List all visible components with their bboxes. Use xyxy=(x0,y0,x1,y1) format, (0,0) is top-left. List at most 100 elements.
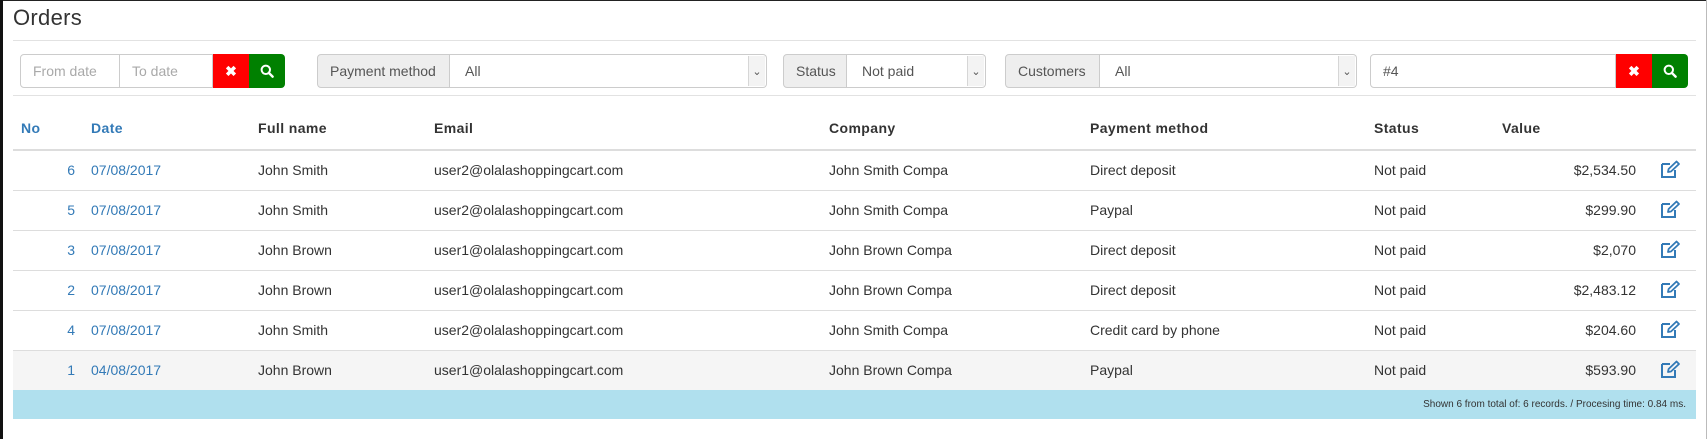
to-date-input[interactable]: To date xyxy=(120,54,213,88)
edit-order-button[interactable] xyxy=(1644,149,1696,190)
full-name: John Smith xyxy=(250,309,426,350)
payment-method: Credit card by phone xyxy=(1082,309,1366,350)
status: Not paid xyxy=(1366,229,1494,270)
status: Not paid xyxy=(1366,349,1494,390)
clear-icon: ✖ xyxy=(225,62,237,79)
edit-order-button[interactable] xyxy=(1644,309,1696,350)
column-header-value: Value xyxy=(1494,106,1644,151)
email: user1@olalashoppingcart.com xyxy=(426,229,821,270)
column-header-date[interactable]: Date xyxy=(83,106,250,151)
payment-method-select[interactable]: All ⌄ xyxy=(450,54,767,88)
order-date[interactable]: 07/08/2017 xyxy=(83,189,250,230)
search-date-button[interactable] xyxy=(249,54,285,88)
status: Not paid xyxy=(1366,189,1494,230)
order-number[interactable]: 3 xyxy=(13,229,83,270)
order-date[interactable]: 07/08/2017 xyxy=(83,269,250,310)
payment-method: Direct deposit xyxy=(1082,269,1366,310)
payment-method-value: All xyxy=(465,63,481,79)
edit-order-button[interactable] xyxy=(1644,349,1696,390)
table-footer: Shown 6 from total of: 6 records. / Proc… xyxy=(13,390,1696,419)
payment-method-filter: Payment method All ⌄ xyxy=(317,54,767,88)
chevron-down-icon: ⌄ xyxy=(967,56,984,86)
records-summary: Shown 6 from total of: 6 records. / Proc… xyxy=(1423,399,1686,410)
order-number[interactable]: 4 xyxy=(13,309,83,350)
company: John Smith Compa xyxy=(821,149,1082,190)
order-value: $2,534.50 xyxy=(1494,149,1644,190)
edit-icon xyxy=(1659,360,1681,380)
company: John Brown Compa xyxy=(821,269,1082,310)
from-date-input[interactable]: From date xyxy=(20,54,120,88)
filter-bar: From date To date ✖ Payment method All ⌄… xyxy=(13,41,1696,96)
order-date[interactable]: 04/08/2017 xyxy=(83,349,250,390)
payment-method: Paypal xyxy=(1082,189,1366,230)
column-header-payment-method: Payment method xyxy=(1082,106,1366,151)
table-header-row: No Date Full name Email Company Payment … xyxy=(13,106,1696,151)
table-row[interactable]: 3 07/08/2017 John Brown user1@olalashopping… xyxy=(13,229,1696,270)
status: Not paid xyxy=(1366,309,1494,350)
page-title: Orders xyxy=(13,5,83,30)
customers-filter: Customers All ⌄ xyxy=(1005,54,1357,88)
chevron-down-icon: ⌄ xyxy=(1338,56,1355,86)
payment-method: Direct deposit xyxy=(1082,229,1366,270)
chevron-down-icon: ⌄ xyxy=(748,56,765,86)
orders-table-body: 6 07/08/2017 John Smith user2@olalashopping… xyxy=(13,149,1696,390)
customers-value: All xyxy=(1115,63,1131,79)
orders-table: No Date Full name Email Company Payment … xyxy=(13,106,1696,390)
edit-order-button[interactable] xyxy=(1644,269,1696,310)
table-row[interactable]: 4 07/08/2017 John Smith user2@olalashopping… xyxy=(13,309,1696,350)
status-label: Status xyxy=(783,54,847,88)
order-date[interactable]: 07/08/2017 xyxy=(83,229,250,270)
column-header-status: Status xyxy=(1366,106,1494,151)
column-header-full-name: Full name xyxy=(250,106,426,151)
edit-icon xyxy=(1659,320,1681,340)
order-number[interactable]: 6 xyxy=(13,149,83,190)
payment-method-label: Payment method xyxy=(317,54,450,88)
order-number[interactable]: 2 xyxy=(13,269,83,310)
clear-search-button[interactable]: ✖ xyxy=(1616,54,1652,88)
status-select[interactable]: Not paid ⌄ xyxy=(847,54,986,88)
edit-icon xyxy=(1659,240,1681,260)
search-icon xyxy=(260,64,274,78)
order-date[interactable]: 07/08/2017 xyxy=(83,149,250,190)
column-header-actions xyxy=(1644,106,1696,151)
column-header-no[interactable]: No xyxy=(13,106,83,151)
order-value: $2,070 xyxy=(1494,229,1644,270)
date-range-filter: From date To date ✖ xyxy=(20,54,285,88)
clear-icon: ✖ xyxy=(1628,62,1640,79)
status-value: Not paid xyxy=(862,63,915,79)
email: user2@olalashoppingcart.com xyxy=(426,189,821,230)
orders-page: Orders From date To date ✖ Payment metho… xyxy=(13,0,1696,419)
order-value: $593.90 xyxy=(1494,349,1644,390)
search-button[interactable] xyxy=(1652,54,1688,88)
order-date[interactable]: 07/08/2017 xyxy=(83,309,250,350)
edit-order-button[interactable] xyxy=(1644,189,1696,230)
company: John Smith Compa xyxy=(821,189,1082,230)
full-name: John Smith xyxy=(250,189,426,230)
clear-date-button[interactable]: ✖ xyxy=(213,54,249,88)
table-row[interactable]: 5 07/08/2017 John Smith user2@olalashopping… xyxy=(13,189,1696,230)
table-row[interactable]: 1 04/08/2017 John Brown user1@olalashopping… xyxy=(13,349,1696,390)
order-number[interactable]: 5 xyxy=(13,189,83,230)
status: Not paid xyxy=(1366,149,1494,190)
order-value: $204.60 xyxy=(1494,309,1644,350)
customers-select[interactable]: All ⌄ xyxy=(1100,54,1357,88)
full-name: John Smith xyxy=(250,149,426,190)
email: user1@olalashoppingcart.com xyxy=(426,269,821,310)
status-filter: Status Not paid ⌄ xyxy=(783,54,986,88)
order-search-input[interactable]: #4 xyxy=(1370,54,1616,88)
order-number[interactable]: 1 xyxy=(13,349,83,390)
column-header-company: Company xyxy=(821,106,1082,151)
edit-order-button[interactable] xyxy=(1644,229,1696,270)
edit-icon xyxy=(1659,200,1681,220)
window-left-border xyxy=(0,0,3,439)
table-row[interactable]: 2 07/08/2017 John Brown user1@olalashopping… xyxy=(13,269,1696,310)
company: John Smith Compa xyxy=(821,309,1082,350)
status: Not paid xyxy=(1366,269,1494,310)
column-header-email: Email xyxy=(426,106,821,151)
full-name: John Brown xyxy=(250,349,426,390)
payment-method: Paypal xyxy=(1082,349,1366,390)
company: John Brown Compa xyxy=(821,229,1082,270)
table-row[interactable]: 6 07/08/2017 John Smith user2@olalashopping… xyxy=(13,149,1696,190)
email: user1@olalashoppingcart.com xyxy=(426,349,821,390)
email: user2@olalashoppingcart.com xyxy=(426,149,821,190)
